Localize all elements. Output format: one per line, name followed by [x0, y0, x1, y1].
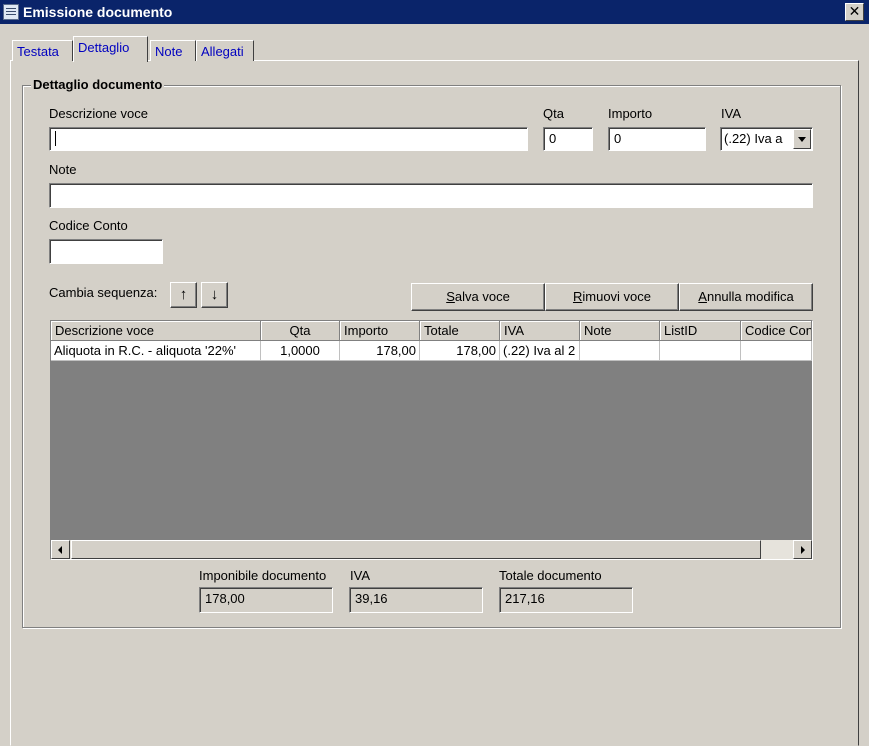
column-header-totale[interactable]: Totale: [420, 321, 500, 341]
cell-qta[interactable]: 1,0000: [261, 341, 340, 361]
note-input[interactable]: [49, 183, 813, 208]
iva-select[interactable]: (.22) Iva a: [720, 127, 813, 151]
importo-input[interactable]: 0: [608, 127, 706, 151]
column-header-qta[interactable]: Qta: [261, 321, 340, 341]
cell-note[interactable]: [580, 341, 660, 361]
tab-testata[interactable]: Testata: [12, 40, 73, 61]
tab-note[interactable]: Note: [150, 40, 196, 61]
table-row[interactable]: Aliquota in R.C. - aliquota '22%' 1,0000…: [51, 341, 812, 361]
salva-voce-button[interactable]: Salva voce: [411, 283, 545, 311]
column-header-descrizione[interactable]: Descrizione voce: [51, 321, 261, 341]
imponibile-label: Imponibile documento: [199, 568, 327, 583]
group-title: Dettaglio documento: [31, 77, 165, 92]
totale-documento-label: Totale documento: [499, 568, 602, 583]
column-header-iva[interactable]: IVA: [500, 321, 580, 341]
descrizione-input[interactable]: [49, 127, 528, 151]
codice-conto-input[interactable]: [49, 239, 163, 264]
iva-totale-label: IVA: [350, 568, 370, 583]
voci-grid[interactable]: Descrizione voce Qta Importo Totale IVA …: [50, 320, 813, 560]
scroll-right-icon[interactable]: [793, 540, 812, 559]
close-button[interactable]: ✕: [845, 3, 864, 21]
title-bar: Emissione documento ✕: [0, 0, 869, 24]
importo-label: Importo: [608, 106, 653, 121]
column-header-listid[interactable]: ListID: [660, 321, 741, 341]
column-header-note[interactable]: Note: [580, 321, 660, 341]
tab-allegati[interactable]: Allegati: [196, 40, 254, 61]
move-up-button[interactable]: ↑: [170, 282, 197, 308]
grid-header: Descrizione voce Qta Importo Totale IVA …: [51, 321, 812, 341]
horizontal-scrollbar[interactable]: [51, 540, 812, 559]
tab-dettaglio[interactable]: Dettaglio: [73, 36, 148, 62]
descrizione-label: Descrizione voce: [49, 106, 148, 121]
arrow-down-icon: ↓: [210, 286, 219, 303]
scroll-left-icon[interactable]: [51, 540, 70, 559]
iva-totale-field: 39,16: [349, 587, 483, 613]
cell-descrizione[interactable]: Aliquota in R.C. - aliquota '22%': [51, 341, 261, 361]
imponibile-field: 178,00: [199, 587, 333, 613]
rimuovi-voce-button[interactable]: Rimuovi voce: [545, 283, 679, 311]
codice-conto-label: Codice Conto: [49, 218, 128, 233]
cell-codice-conto[interactable]: [741, 341, 812, 361]
scroll-thumb[interactable]: [71, 540, 761, 559]
column-header-codice-conto[interactable]: Codice Con: [741, 321, 812, 341]
column-header-importo[interactable]: Importo: [340, 321, 420, 341]
move-down-button[interactable]: ↓: [201, 282, 228, 308]
cell-importo[interactable]: 178,00: [340, 341, 420, 361]
document-icon: [3, 4, 19, 20]
qta-input[interactable]: 0: [543, 127, 593, 151]
arrow-up-icon: ↑: [179, 286, 188, 303]
cell-iva[interactable]: (.22) Iva al 2: [500, 341, 580, 361]
cambia-sequenza-label: Cambia sequenza:: [49, 285, 158, 300]
totale-documento-field: 217,16: [499, 587, 633, 613]
cell-listid[interactable]: [660, 341, 741, 361]
text-caret: [55, 131, 56, 146]
window-title: Emissione documento: [23, 4, 173, 20]
iva-select-value: (.22) Iva a: [724, 131, 783, 146]
qta-label: Qta: [543, 106, 564, 121]
chevron-down-icon[interactable]: [793, 129, 811, 149]
iva-label: IVA: [721, 106, 741, 121]
annulla-modifica-button[interactable]: Annulla modifica: [679, 283, 813, 311]
note-label: Note: [49, 162, 77, 177]
cell-totale[interactable]: 178,00: [420, 341, 500, 361]
